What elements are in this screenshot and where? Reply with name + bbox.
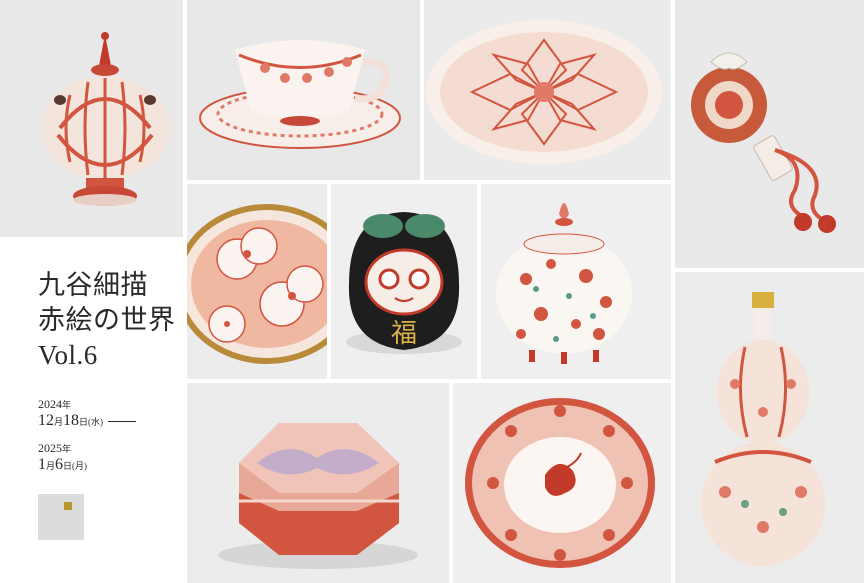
- start-year-line: 2024年: [38, 397, 136, 412]
- start-year-unit: 年: [62, 400, 72, 410]
- end-year: 2025: [38, 441, 62, 455]
- title-volume: Vol.6: [38, 340, 98, 370]
- start-month-unit: 月: [54, 417, 64, 427]
- start-year: 2024: [38, 397, 62, 411]
- photo-daruma: 福: [331, 184, 477, 379]
- photo-rimmed-dish: [453, 383, 671, 583]
- start-month: 12: [38, 412, 54, 429]
- end-month-unit: 月: [46, 461, 56, 471]
- end-year-unit: 年: [62, 444, 72, 454]
- photo-lotus-bowl: [424, 0, 671, 180]
- end-date-line: 1月6日(月): [38, 456, 136, 475]
- photo-octagonal-box: [187, 383, 449, 583]
- photo-teacup-saucer: [187, 0, 420, 180]
- date-range-dash: [108, 420, 137, 422]
- photo-gourd-vase: [675, 272, 864, 583]
- start-weekday: (水): [88, 417, 104, 427]
- end-year-line: 2025年: [38, 441, 136, 456]
- photo-gourd-tassel: [675, 0, 864, 268]
- title-line-2: 赤絵の世界: [38, 305, 176, 336]
- start-day-unit: 日: [79, 417, 89, 427]
- daruma-fortune-text: 福: [391, 319, 417, 349]
- gallery-logo: [38, 494, 84, 540]
- photo-floral-jar: [481, 184, 671, 379]
- photo-pansy-plate: [187, 184, 327, 379]
- end-month: 1: [38, 456, 46, 473]
- exhibition-dates: 2024年 12月18日(水) 2025年 1月6日(月): [38, 397, 137, 475]
- photo-incense-burner: [0, 0, 183, 237]
- exhibition-title: 九谷細描 赤絵の世界 Vol.6: [38, 268, 176, 373]
- title-line-1: 九谷細描: [38, 270, 148, 301]
- logo-gold-mark: [64, 502, 72, 510]
- end-day-unit: 日: [63, 461, 73, 471]
- end-day: 6: [55, 456, 64, 473]
- start-date-line: 12月18日(水): [38, 412, 137, 431]
- start-day: 18: [63, 412, 80, 429]
- end-weekday: (月): [72, 461, 88, 471]
